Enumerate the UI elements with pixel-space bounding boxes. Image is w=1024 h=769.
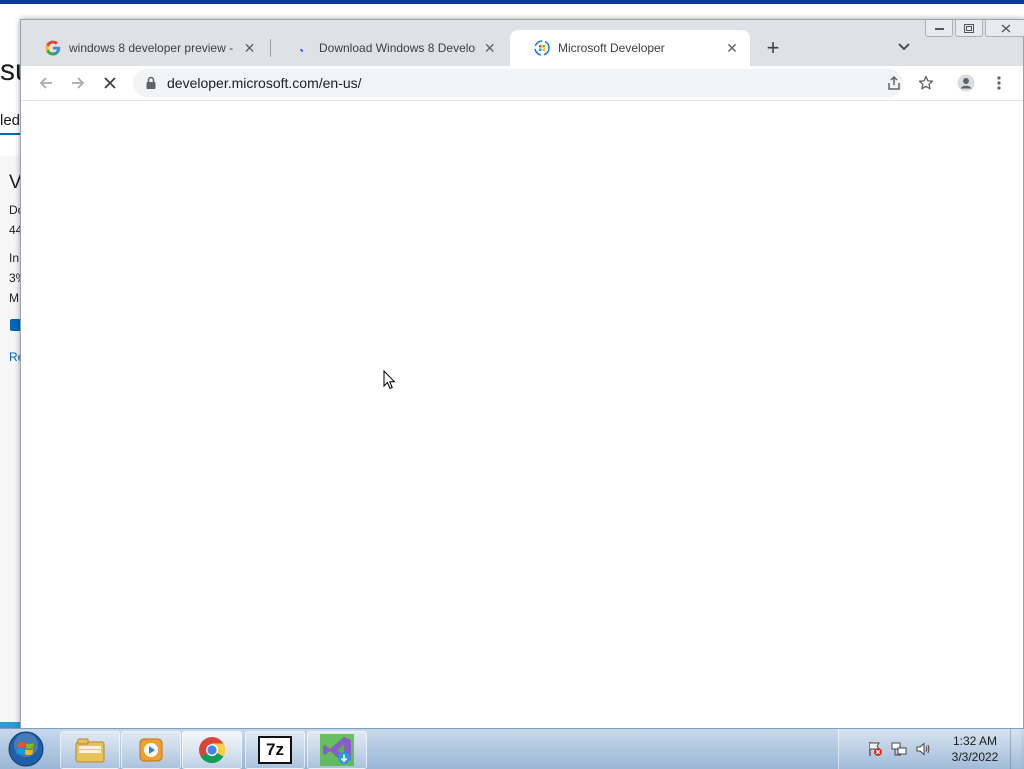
- taskbar-media-player[interactable]: [121, 731, 181, 769]
- google-g-icon: [45, 40, 61, 56]
- taskbar-visual-studio-installer[interactable]: [307, 731, 367, 769]
- start-button[interactable]: [4, 730, 48, 768]
- 7zip-label: 7z: [266, 740, 284, 759]
- chevron-down-icon: [898, 43, 910, 51]
- kebab-menu-icon: [997, 76, 1001, 90]
- minimize-button[interactable]: [925, 20, 953, 37]
- bookmark-button[interactable]: [914, 71, 938, 95]
- close-tab-icon[interactable]: ✕: [242, 40, 257, 56]
- media-player-icon: [139, 738, 163, 762]
- tab-title: windows 8 developer preview - G: [69, 41, 236, 55]
- arrow-right-icon: [72, 77, 85, 89]
- profile-button[interactable]: [954, 71, 978, 95]
- close-icon: [1001, 23, 1011, 33]
- network-icon: [891, 742, 907, 756]
- tab-strip: windows 8 developer preview - G ✕ Downlo…: [21, 20, 1024, 66]
- visual-studio-installer-icon: [320, 734, 354, 766]
- background-tab-fragment[interactable]: led: [0, 112, 20, 129]
- new-tab-button[interactable]: +: [761, 36, 785, 60]
- mouse-cursor-icon: [383, 370, 396, 390]
- tab-microsoft-developer[interactable]: Microsoft Developer ✕: [510, 30, 750, 66]
- clock-time: 1:32 AM: [952, 734, 998, 748]
- tab-download-windows-8[interactable]: Download Windows 8 Developer ✕: [271, 30, 507, 66]
- stop-x-icon: [104, 77, 116, 89]
- 7zip-icon: 7z: [258, 736, 292, 764]
- maximize-button[interactable]: [955, 20, 983, 37]
- forward-button[interactable]: [66, 71, 90, 95]
- action-center-button[interactable]: [867, 741, 883, 757]
- back-button[interactable]: [34, 71, 58, 95]
- browser-toolbar: developer.microsoft.com/en-us/: [21, 66, 1023, 101]
- taskbar: 7z 1:32 AM 3/3/2022: [0, 728, 1024, 769]
- taskbar-google-chrome[interactable]: [182, 731, 242, 769]
- stop-loading-button[interactable]: [98, 71, 122, 95]
- clock-date: 3/3/2022: [951, 750, 999, 764]
- windows-start-orb-icon: [8, 731, 44, 767]
- window-controls: [925, 20, 1024, 38]
- chrome-window: windows 8 developer preview - G ✕ Downlo…: [20, 19, 1024, 729]
- share-icon: [888, 75, 900, 90]
- close-tab-icon[interactable]: ✕: [724, 40, 740, 56]
- star-icon: [918, 75, 934, 90]
- tab-title: Download Windows 8 Developer: [319, 41, 477, 55]
- url-text[interactable]: developer.microsoft.com/en-us/: [167, 75, 362, 91]
- folder-icon: [75, 738, 105, 763]
- chrome-icon: [199, 737, 226, 764]
- action-center-flag-icon: [869, 742, 882, 756]
- background-tab-underline: [0, 133, 20, 135]
- network-button[interactable]: [891, 741, 907, 757]
- arrow-left-icon: [39, 77, 52, 89]
- avatar-icon: [957, 74, 975, 92]
- tab-search-button[interactable]: [893, 36, 915, 58]
- system-tray: 1:32 AM 3/3/2022: [838, 729, 1021, 769]
- tab-google-search[interactable]: windows 8 developer preview - G ✕: [21, 30, 267, 66]
- taskbar-windows-explorer[interactable]: [60, 731, 120, 769]
- speaker-icon: [916, 742, 930, 756]
- loading-dot-icon: [300, 48, 304, 52]
- background-heading-fragment: su: [0, 54, 22, 87]
- menu-button[interactable]: [987, 71, 1011, 95]
- clock[interactable]: 1:32 AM 3/3/2022: [939, 733, 1011, 765]
- close-tab-icon[interactable]: ✕: [482, 40, 497, 56]
- page-content: [21, 101, 1023, 728]
- address-bar[interactable]: developer.microsoft.com/en-us/: [133, 69, 903, 97]
- volume-button[interactable]: [915, 741, 931, 757]
- share-button[interactable]: [882, 71, 906, 95]
- minimize-icon: [934, 27, 944, 30]
- show-desktop-button[interactable]: [1010, 729, 1021, 769]
- taskbar-7-zip[interactable]: 7z: [245, 731, 305, 769]
- background-window-top-bar: [0, 0, 1024, 4]
- microsoft-developer-icon: [534, 40, 550, 56]
- restore-icon: [964, 23, 974, 33]
- tab-title: Microsoft Developer: [558, 41, 665, 55]
- close-window-button[interactable]: [985, 20, 1024, 37]
- lock-icon[interactable]: [143, 75, 159, 91]
